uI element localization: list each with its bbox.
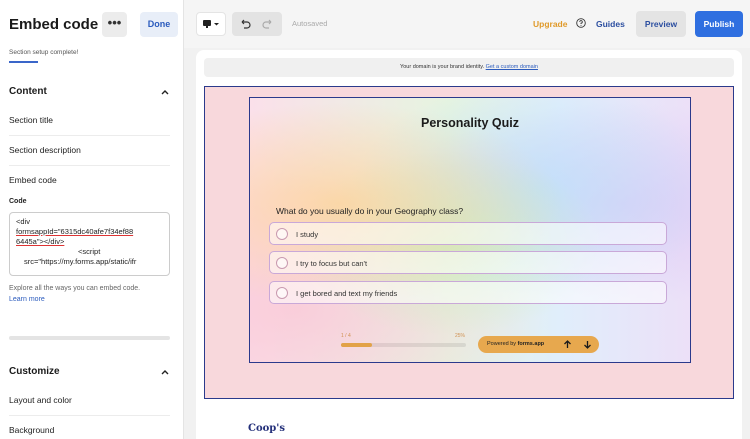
- row-layout-and-color[interactable]: Layout and color: [9, 386, 170, 416]
- footer-brand: Coop's: [248, 423, 285, 434]
- autosave-status: Autosaved: [292, 19, 328, 28]
- customize-section-header[interactable]: Customize: [9, 364, 170, 380]
- publish-button[interactable]: Publish: [695, 11, 743, 37]
- code-label: Code: [9, 198, 27, 205]
- embedded-quiz: Personality Quiz What do you usually do …: [249, 97, 691, 363]
- quiz-option[interactable]: I study: [269, 222, 667, 245]
- embed-code-textarea[interactable]: <div formsappId="6315dc40afe7f34ef88 644…: [9, 212, 170, 276]
- code-line: 6445a"></div>: [16, 237, 65, 246]
- code-line: formsappId="6315dc40afe7f34ef88: [16, 227, 134, 236]
- quiz-option[interactable]: I get bored and text my friends: [269, 281, 667, 304]
- guides-link[interactable]: Guides: [596, 19, 625, 29]
- radio-icon: [276, 257, 288, 269]
- settings-panel: Embed code ••• Done Section setup comple…: [0, 0, 184, 439]
- row-label: Background: [9, 425, 55, 435]
- powered-brand: forms.app: [517, 341, 545, 347]
- progress-fill: [341, 343, 373, 347]
- powered-by-text[interactable]: Powered by forms.app: [487, 341, 544, 347]
- progress-count: 1 / 4: [341, 333, 351, 339]
- option-label: I try to focus but can't: [296, 259, 368, 268]
- row-section-description[interactable]: Section description: [9, 136, 170, 166]
- more-options-button[interactable]: •••: [102, 12, 127, 37]
- quiz-title: Personality Quiz: [421, 116, 519, 130]
- chevron-up-icon: [161, 90, 169, 95]
- option-label: I study: [296, 230, 319, 239]
- row-label: Layout and color: [9, 395, 72, 405]
- status-underline: [9, 61, 38, 63]
- row-label: Section description: [9, 145, 81, 155]
- undo-icon[interactable]: [238, 17, 252, 31]
- custom-domain-link[interactable]: Get a custom domain: [486, 64, 538, 70]
- question-circle-icon[interactable]: [576, 18, 586, 28]
- editor-topbar: Autosaved Upgrade Guides Preview Publish: [184, 0, 750, 48]
- progress-percent: 25%: [455, 333, 466, 339]
- row-label: Embed code: [9, 175, 57, 185]
- panel-scrollbar[interactable]: [9, 336, 170, 340]
- domain-text: Your domain is your brand identity.: [400, 64, 485, 70]
- radio-icon: [276, 287, 288, 299]
- row-label: Section title: [9, 115, 53, 125]
- powered-by-pill: Powered by forms.app: [478, 336, 599, 353]
- arrow-up-icon[interactable]: [562, 339, 573, 350]
- done-button[interactable]: Done: [140, 12, 178, 37]
- redo-icon[interactable]: [261, 17, 275, 31]
- upgrade-link[interactable]: Upgrade: [533, 19, 567, 29]
- desktop-icon: [203, 20, 219, 28]
- row-embed-code[interactable]: Embed code: [9, 166, 170, 196]
- explore-description: Explore all the ways you can embed code.: [9, 285, 141, 292]
- chevron-up-icon: [161, 370, 169, 375]
- history-controls: [232, 12, 282, 36]
- customize-header-label: Customize: [9, 366, 60, 377]
- panel-header: Embed code ••• Done: [9, 12, 178, 38]
- radio-icon: [276, 228, 288, 240]
- quiz-question: What do you usually do in your Geography…: [276, 206, 464, 216]
- device-toggle-button[interactable]: [196, 12, 226, 36]
- arrow-down-icon[interactable]: [582, 339, 593, 350]
- row-section-title[interactable]: Section title: [9, 106, 170, 136]
- powered-prefix: Powered by: [487, 341, 518, 347]
- quiz-option[interactable]: I try to focus but can't: [269, 251, 667, 274]
- panel-title: Embed code: [9, 16, 99, 33]
- learn-more-link[interactable]: Learn more: [9, 294, 174, 305]
- page-canvas: Your domain is your brand identity. Get …: [196, 50, 742, 439]
- code-line: src="https://my.forms.app/static/ifr: [24, 257, 137, 266]
- explore-text: Explore all the ways you can embed code.…: [9, 283, 174, 305]
- progress-bar: [341, 343, 466, 347]
- content-header-label: Content: [9, 86, 47, 97]
- domain-banner: Your domain is your brand identity. Get …: [204, 58, 734, 77]
- row-background[interactable]: Background: [9, 416, 170, 439]
- embed-section[interactable]: Personality Quiz What do you usually do …: [204, 86, 734, 399]
- code-line: <script: [78, 247, 101, 256]
- setup-status: Section setup complete!: [9, 49, 79, 56]
- code-line: <div: [16, 217, 30, 226]
- preview-button[interactable]: Preview: [636, 11, 686, 37]
- content-section-header[interactable]: Content: [9, 84, 170, 100]
- option-label: I get bored and text my friends: [296, 289, 398, 298]
